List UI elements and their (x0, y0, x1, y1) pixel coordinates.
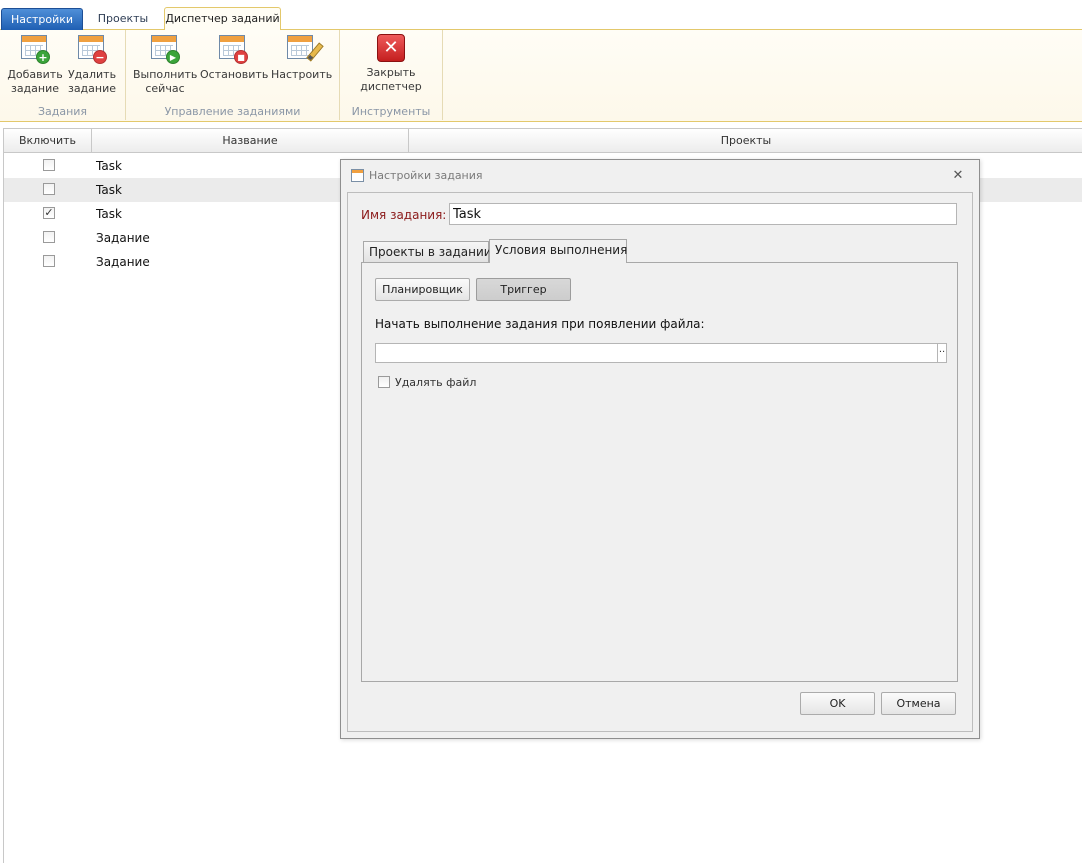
configure-button[interactable]: Настроить (271, 34, 332, 82)
column-header-enable[interactable]: Включить (4, 129, 92, 153)
column-header-name[interactable]: Название (92, 129, 409, 153)
ribbon-group-tools: ✕ Закрыть диспетчер Инструменты (340, 30, 443, 120)
trigger-file-input[interactable] (375, 343, 938, 363)
task-name: Task (96, 207, 122, 221)
tab-projects-in-task[interactable]: Проекты в задании (363, 241, 492, 262)
group-caption-tools: Инструменты (351, 105, 431, 118)
tab-settings[interactable]: Настройки (1, 8, 83, 30)
execution-conditions-panel: Планировщик Триггер Начать выполнение за… (361, 262, 958, 682)
trigger-button[interactable]: Триггер (476, 278, 571, 301)
column-header-projects[interactable]: Проекты (409, 129, 1082, 153)
ok-button[interactable]: OK (800, 692, 875, 715)
enable-checkbox[interactable] (43, 231, 55, 243)
enable-checkbox[interactable] (43, 183, 55, 195)
scheduler-button[interactable]: Планировщик (375, 278, 470, 301)
delete-file-checkbox[interactable] (378, 376, 390, 388)
trigger-file-label: Начать выполнение задания при появлении … (375, 317, 705, 331)
add-task-button[interactable]: + Добавить задание (7, 34, 63, 96)
calendar-delete-icon: − (77, 34, 107, 64)
calendar-stop-icon: ■ (218, 34, 248, 64)
enable-checkbox[interactable] (43, 255, 55, 267)
close-manager-button[interactable]: ✕ Закрыть диспетчер (358, 34, 424, 94)
tab-execution-conditions[interactable]: Условия выполнения (489, 239, 627, 263)
close-icon[interactable]: ✕ (951, 169, 965, 183)
calendar-icon (351, 169, 364, 182)
tab-projects[interactable]: Проекты (90, 8, 156, 30)
delete-task-button[interactable]: − Удалить задание (65, 34, 119, 96)
browse-button[interactable]: ·· (938, 343, 947, 363)
group-caption-tasks: Задания (37, 105, 88, 118)
delete-file-label: Удалять файл (395, 376, 477, 389)
task-name-label: Имя задания: (361, 208, 447, 222)
calendar-run-icon: ▶ (150, 34, 180, 64)
top-tab-strip: Настройки Проекты Диспетчер заданий (0, 0, 1082, 31)
ribbon-group-tasks: + Добавить задание − Удалить задание Зад… (0, 30, 126, 120)
tab-task-manager[interactable]: Диспетчер заданий (164, 7, 281, 31)
grid-header: Включить Название Проекты (4, 128, 1082, 153)
ribbon-group-task-control: ▶ Выполнить сейчас ■ Остановить Настроит… (126, 30, 340, 120)
task-name: Task (96, 159, 122, 173)
task-name: Task (96, 183, 122, 197)
calendar-add-icon: + (20, 34, 50, 64)
dialog-body: Имя задания: Проекты в задании Условия в… (347, 192, 973, 732)
task-name: Задание (96, 231, 150, 245)
close-red-icon: ✕ (377, 34, 405, 62)
enable-checkbox[interactable]: ✓ (43, 207, 55, 219)
cancel-button[interactable]: Отмена (881, 692, 956, 715)
group-caption-task-control: Управление заданиями (164, 105, 301, 118)
calendar-edit-icon (286, 34, 324, 64)
run-now-button[interactable]: ▶ Выполнить сейчас (133, 34, 197, 96)
task-settings-dialog: Настройки задания ✕ Имя задания: Проекты… (340, 159, 980, 739)
dialog-title: Настройки задания (369, 169, 483, 182)
stop-button[interactable]: ■ Остановить (200, 34, 268, 82)
task-name-input[interactable] (449, 203, 957, 225)
task-name: Задание (96, 255, 150, 269)
ribbon: + Добавить задание − Удалить задание Зад… (0, 30, 1082, 122)
enable-checkbox[interactable] (43, 159, 55, 171)
